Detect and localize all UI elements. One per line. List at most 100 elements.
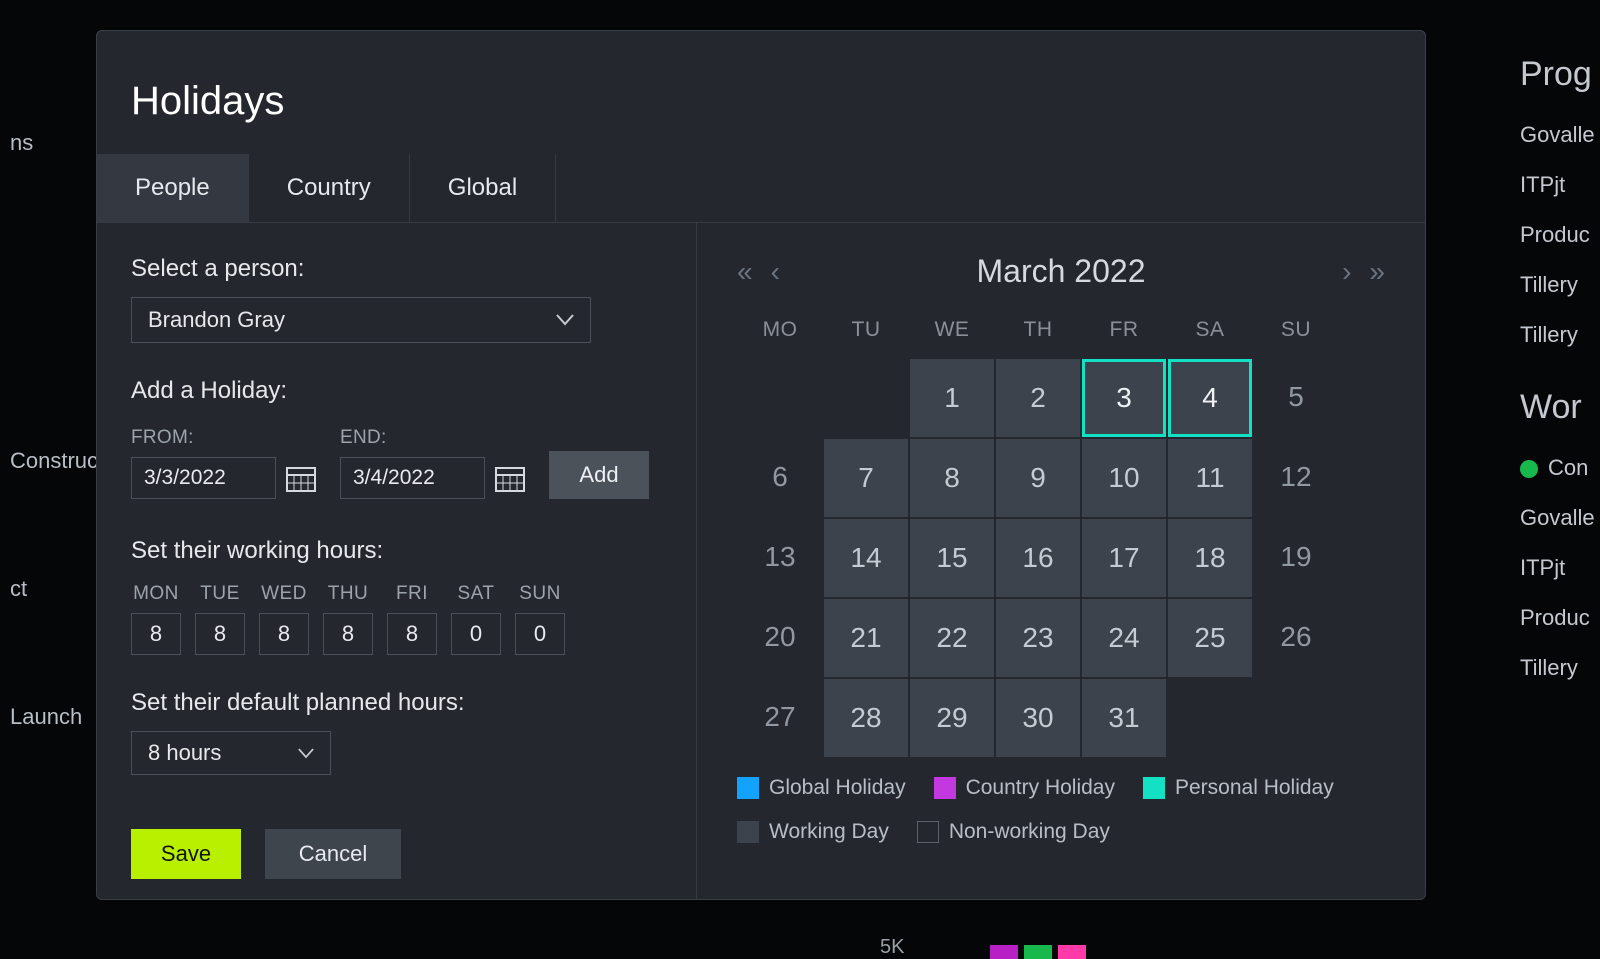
bg-right-item: Con	[1520, 455, 1600, 481]
working-hours-day-label: SUN	[519, 583, 561, 605]
calendar-day[interactable]: 23	[996, 599, 1080, 677]
calendar-day[interactable]: 9	[996, 439, 1080, 517]
calendar-day[interactable]: 6	[737, 438, 823, 516]
planned-hours-select[interactable]: 8 hours	[131, 731, 331, 775]
working-hours-input[interactable]	[387, 613, 437, 655]
person-select[interactable]: Brandon Gray	[131, 297, 591, 343]
calendar-day[interactable]: 17	[1082, 519, 1166, 597]
working-hours-day: THU	[323, 583, 373, 655]
calendar-day[interactable]: 1	[910, 359, 994, 437]
legend-country: Country Holiday	[934, 776, 1115, 800]
legend-swatch-icon	[934, 777, 956, 799]
calendar-title: March 2022	[977, 253, 1146, 290]
bg-right-heading: Prog	[1520, 55, 1600, 94]
working-hours-input[interactable]	[323, 613, 373, 655]
calendar-next-month-icon[interactable]: ›	[1342, 256, 1351, 288]
tab-country[interactable]: Country	[249, 154, 410, 222]
bg-right-panel: Prog Govalle ITPjt Produc Tillery Tiller…	[1520, 0, 1600, 959]
working-hours-day: TUE	[195, 583, 245, 655]
legend-swatch-icon	[737, 821, 759, 843]
working-hours-day: WED	[259, 583, 309, 655]
calendar-dow: MO	[737, 308, 823, 358]
calendar-dow: WE	[909, 308, 995, 358]
calendar-dow: SA	[1167, 308, 1253, 358]
calendar-day[interactable]: 7	[824, 439, 908, 517]
calendar-day[interactable]: 20	[737, 598, 823, 676]
working-hours-day: MON	[131, 583, 181, 655]
bg-right-item: Tillery	[1520, 322, 1600, 348]
calendar-day[interactable]: 21	[824, 599, 908, 677]
calendar-day[interactable]: 4	[1168, 359, 1252, 437]
calendar-next-year-icon[interactable]: »	[1369, 256, 1385, 288]
bg-left-item: ct	[0, 576, 100, 602]
bg-right-heading: Wor	[1520, 388, 1600, 427]
person-label: Select a person:	[131, 255, 662, 283]
calendar-prev-year-icon[interactable]: «	[737, 256, 753, 288]
calendar-prev-month-icon[interactable]: ‹	[771, 256, 780, 288]
calendar-day[interactable]: 25	[1168, 599, 1252, 677]
cancel-button[interactable]: Cancel	[265, 829, 401, 879]
bg-left-item: ns	[0, 130, 100, 156]
calendar-icon[interactable]	[495, 464, 525, 492]
working-hours-input[interactable]	[195, 613, 245, 655]
calendar-day[interactable]: 8	[910, 439, 994, 517]
from-date-input[interactable]: 3/3/2022	[131, 457, 276, 499]
calendar-day[interactable]: 24	[1082, 599, 1166, 677]
working-hours-input[interactable]	[131, 613, 181, 655]
save-button[interactable]: Save	[131, 829, 241, 879]
working-hours-day: FRI	[387, 583, 437, 655]
calendar-legend: Global Holiday Country Holiday Personal …	[737, 776, 1385, 844]
tab-global[interactable]: Global	[410, 154, 556, 222]
calendar-day[interactable]: 2	[996, 359, 1080, 437]
calendar-day[interactable]: 31	[1082, 679, 1166, 757]
working-hours-input[interactable]	[451, 613, 501, 655]
calendar-day[interactable]: 30	[996, 679, 1080, 757]
planned-hours-value: 8 hours	[148, 740, 221, 766]
calendar-day[interactable]: 3	[1082, 359, 1166, 437]
planned-hours-label: Set their default planned hours:	[131, 689, 662, 717]
calendar-day[interactable]: 22	[910, 599, 994, 677]
legend-personal: Personal Holiday	[1143, 776, 1334, 800]
end-label: END:	[340, 427, 525, 449]
calendar-dow: TH	[995, 308, 1081, 358]
bg-right-item: Govalle	[1520, 122, 1600, 148]
calendar-day[interactable]: 28	[824, 679, 908, 757]
calendar-day[interactable]: 29	[910, 679, 994, 757]
tabs: People Country Global	[97, 154, 1425, 223]
status-dot-icon	[1520, 460, 1538, 478]
bg-right-item: ITPjt	[1520, 555, 1600, 581]
add-button[interactable]: Add	[549, 451, 649, 499]
calendar-day[interactable]: 18	[1168, 519, 1252, 597]
working-hours-day-label: MON	[133, 583, 179, 605]
calendar-day[interactable]: 15	[910, 519, 994, 597]
working-hours-day-label: THU	[328, 583, 369, 605]
working-hours-input[interactable]	[515, 613, 565, 655]
bg-right-item: Produc	[1520, 222, 1600, 248]
calendar-day[interactable]: 19	[1253, 518, 1339, 596]
legend-swatch-icon	[917, 821, 939, 843]
calendar-day[interactable]: 10	[1082, 439, 1166, 517]
calendar-day[interactable]: 12	[1253, 438, 1339, 516]
calendar-day[interactable]: 26	[1253, 598, 1339, 676]
modal-title: Holidays	[97, 31, 1425, 154]
legend-swatch-icon	[1143, 777, 1165, 799]
calendar-day[interactable]: 16	[996, 519, 1080, 597]
bg-left-item: Construc	[0, 448, 100, 474]
calendar-day[interactable]: 27	[737, 678, 823, 756]
working-hours-input[interactable]	[259, 613, 309, 655]
tab-people[interactable]: People	[97, 154, 249, 222]
calendar-day[interactable]: 11	[1168, 439, 1252, 517]
calendar-day[interactable]: 14	[824, 519, 908, 597]
working-hours-day-label: TUE	[200, 583, 240, 605]
end-date-input[interactable]: 3/4/2022	[340, 457, 485, 499]
calendar-dow: SU	[1253, 308, 1339, 358]
bg-right-item: Tillery	[1520, 655, 1600, 681]
bg-axis-tick: 5K	[880, 936, 904, 959]
calendar-icon[interactable]	[286, 464, 316, 492]
working-hours-day-label: WED	[261, 583, 307, 605]
bg-left-item: Launch	[0, 704, 100, 730]
legend-nonworking: Non-working Day	[917, 820, 1110, 844]
calendar-day[interactable]: 5	[1253, 358, 1339, 436]
working-hours-day: SUN	[515, 583, 565, 655]
calendar-day[interactable]: 13	[737, 518, 823, 596]
